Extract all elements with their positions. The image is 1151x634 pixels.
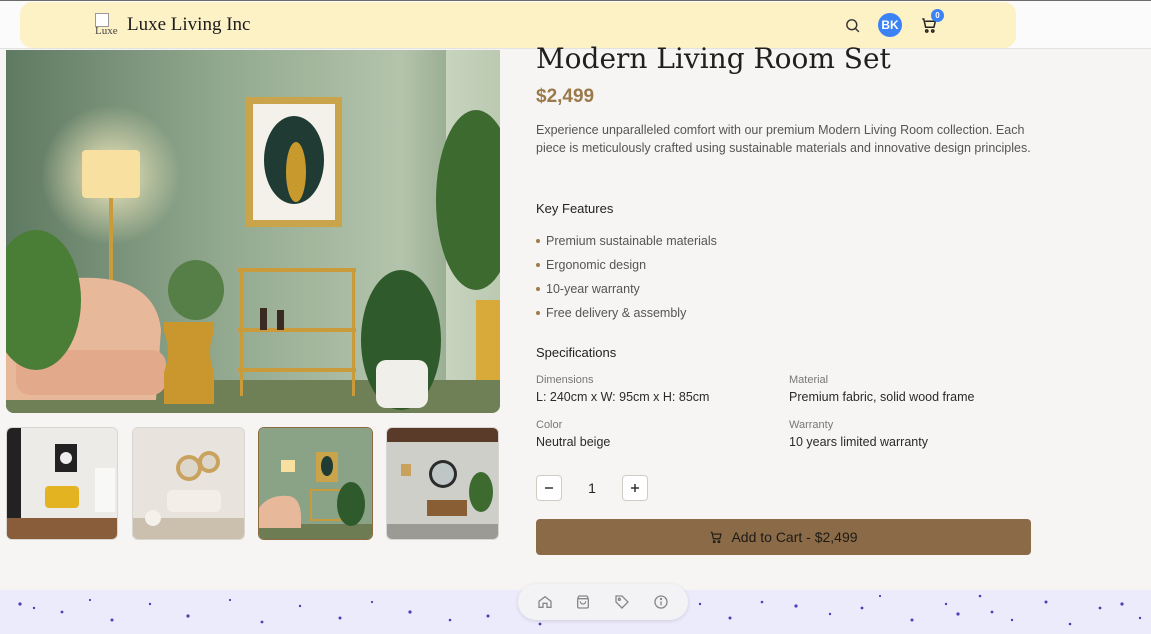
- product-title: Modern Living Room Set: [536, 42, 891, 75]
- spec-color: Color Neutral beige: [536, 419, 610, 449]
- thumbnail-2[interactable]: [132, 427, 245, 540]
- brand-name[interactable]: Luxe Living Inc: [127, 14, 250, 36]
- spec-value: L: 240cm x W: 95cm x H: 85cm: [536, 390, 710, 404]
- bullet-icon: [536, 239, 540, 243]
- spec-label: Warranty: [789, 419, 834, 431]
- quantity-decrease-button[interactable]: [536, 475, 562, 501]
- features-list: Premium sustainable materials Ergonomic …: [536, 229, 717, 325]
- spec-warranty: Warranty 10 years limited warranty: [789, 419, 928, 449]
- list-item: Premium sustainable materials: [536, 229, 717, 253]
- spec-value: Neutral beige: [536, 435, 611, 449]
- list-item: 10-year warranty: [536, 277, 717, 301]
- add-to-cart-button[interactable]: Add to Cart - $2,499: [536, 519, 1031, 555]
- avatar[interactable]: BK: [878, 13, 902, 37]
- main-product-image[interactable]: [6, 50, 500, 413]
- tag-icon[interactable]: [614, 594, 630, 610]
- search-icon[interactable]: [844, 17, 861, 34]
- spec-material: Material Premium fabric, solid wood fram…: [789, 374, 974, 404]
- home-icon[interactable]: [537, 594, 553, 610]
- spec-label: Material: [789, 374, 829, 386]
- cart-count-badge: 0: [931, 9, 944, 22]
- cart-icon: [711, 531, 723, 544]
- plus-icon: [631, 484, 639, 492]
- spec-value: Premium fabric, solid wood frame: [789, 390, 975, 404]
- features-heading: Key Features: [536, 201, 614, 216]
- info-icon[interactable]: [653, 594, 669, 610]
- spec-dimensions: Dimensions L: 240cm x W: 95cm x H: 85cm: [536, 374, 709, 404]
- brand-logo[interactable]: Luxe: [95, 13, 119, 37]
- bag-icon[interactable]: [575, 594, 591, 610]
- product-description: Experience unparalleled comfort with our…: [536, 123, 1031, 155]
- bullet-icon: [536, 287, 540, 291]
- thumbnail-3[interactable]: [258, 427, 373, 540]
- bottom-dock: [518, 584, 688, 620]
- list-item: Ergonomic design: [536, 253, 717, 277]
- list-item: Free delivery & assembly: [536, 301, 717, 325]
- quantity-value: 1: [588, 480, 596, 496]
- product-price: $2,499: [536, 86, 595, 107]
- spec-label: Color: [536, 419, 563, 431]
- add-to-cart-label: Add to Cart - $2,499: [731, 529, 858, 545]
- minus-icon: [545, 487, 553, 489]
- quantity-increase-button[interactable]: [622, 475, 648, 501]
- spec-value: 10 years limited warranty: [789, 435, 928, 449]
- spec-label: Dimensions: [536, 374, 594, 386]
- bullet-icon: [536, 263, 540, 267]
- bullet-icon: [536, 311, 540, 315]
- specs-heading: Specifications: [536, 345, 617, 360]
- thumbnail-1[interactable]: [6, 427, 118, 540]
- thumbnail-4[interactable]: [386, 427, 499, 540]
